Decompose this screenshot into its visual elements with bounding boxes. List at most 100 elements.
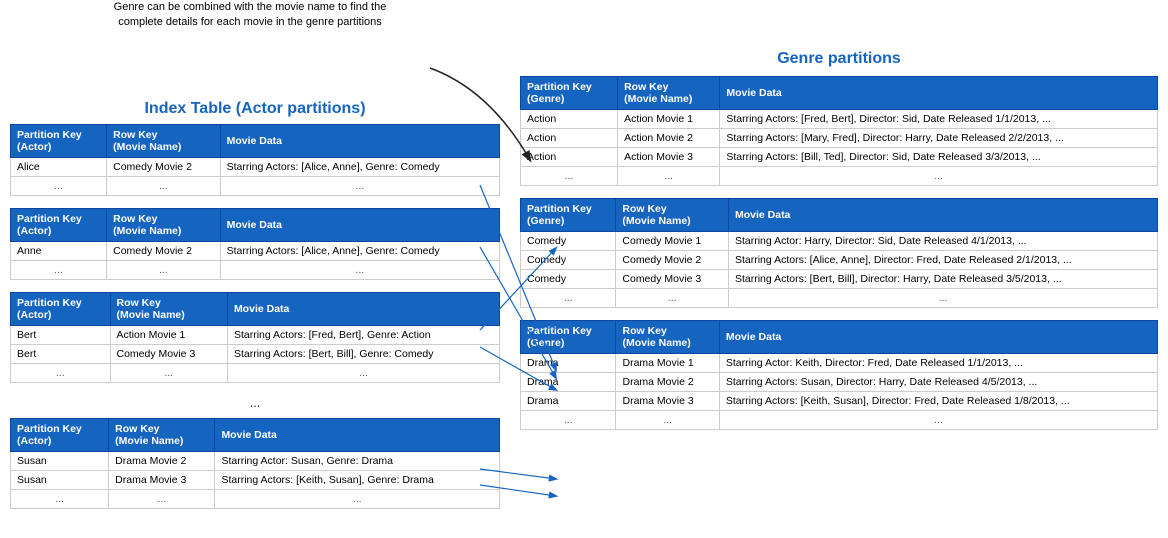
cell: Starring Actors: [Bert, Bill], Director:… xyxy=(728,270,1157,289)
table-row: Anne Comedy Movie 2 Starring Actors: [Al… xyxy=(11,242,500,261)
cell: ... xyxy=(720,167,1158,186)
col-header-row-key-1: Row Key(Movie Name) xyxy=(107,125,220,158)
cell: Starring Actors: [Alice, Anne], Genre: C… xyxy=(220,158,499,177)
col-header-genre-1: Partition Key(Genre) xyxy=(521,77,618,110)
cell: Starring Actors: [Alice, Anne], Genre: C… xyxy=(220,242,499,261)
table-row-dots: ... ... ... xyxy=(521,289,1158,308)
table-row-dots: ... ... ... xyxy=(11,490,500,509)
cell: Anne xyxy=(11,242,107,261)
cell: ... xyxy=(11,261,107,280)
table-row: Action Action Movie 1 Starring Actors: [… xyxy=(521,110,1158,129)
cell: Action Movie 3 xyxy=(618,148,720,167)
col-header-row-key-2: Row Key(Movie Name) xyxy=(107,209,220,242)
cell: Comedy Movie 1 xyxy=(616,232,729,251)
cell: Susan xyxy=(11,452,109,471)
col-header-partition-key-2: Partition Key(Actor) xyxy=(11,209,107,242)
col-header-row-key-3: Row Key(Movie Name) xyxy=(110,293,227,326)
cell: ... xyxy=(719,411,1157,430)
table-row: Drama Drama Movie 1 Starring Actor: Keit… xyxy=(521,354,1158,373)
col-header-partition-key-3: Partition Key(Actor) xyxy=(11,293,111,326)
cell: Action Movie 1 xyxy=(618,110,720,129)
cell: ... xyxy=(11,364,111,383)
cell: ... xyxy=(616,289,729,308)
right-section-title: Genre partitions xyxy=(520,50,1158,68)
bert-table: Partition Key(Actor) Row Key(Movie Name)… xyxy=(10,292,500,383)
cell: Starring Actors: Susan, Director: Harry,… xyxy=(719,373,1157,392)
col-header-movie-data-3: Movie Data xyxy=(227,293,499,326)
cell: ... xyxy=(109,490,215,509)
cell: ... xyxy=(616,411,719,430)
susan-table: Partition Key(Actor) Row Key(Movie Name)… xyxy=(10,418,500,509)
table-row-dots: ... ... ... xyxy=(11,364,500,383)
cell: ... xyxy=(107,177,220,196)
cell: ... xyxy=(728,289,1157,308)
cell: Drama Movie 1 xyxy=(616,354,719,373)
table-row: Comedy Comedy Movie 1 Starring Actor: Ha… xyxy=(521,232,1158,251)
col-header-partition-key-4: Partition Key(Actor) xyxy=(11,419,109,452)
col-header-genre-3: Partition Key(Genre) xyxy=(521,321,616,354)
col-header-movie-data-4: Movie Data xyxy=(215,419,500,452)
cell: ... xyxy=(11,177,107,196)
cell: ... xyxy=(521,411,616,430)
cell: Bert xyxy=(11,345,111,364)
cell: ... xyxy=(107,261,220,280)
cell: Starring Actors: [Bert, Bill], Genre: Co… xyxy=(227,345,499,364)
col-header-movie-name-1: Row Key(Movie Name) xyxy=(618,77,720,110)
cell: Drama Movie 3 xyxy=(109,471,215,490)
cell: ... xyxy=(215,490,500,509)
cell: Comedy xyxy=(521,251,616,270)
col-header-movie-name-2: Row Key(Movie Name) xyxy=(616,199,729,232)
left-section-title: Index Table (Actor partitions) xyxy=(10,100,500,118)
alice-table: Partition Key(Actor) Row Key(Movie Name)… xyxy=(10,124,500,196)
table-row: Bert Comedy Movie 3 Starring Actors: [Be… xyxy=(11,345,500,364)
right-section: Genre partitions Partition Key(Genre) Ro… xyxy=(500,10,1158,521)
table-row: Susan Drama Movie 3 Starring Actors: [Ke… xyxy=(11,471,500,490)
cell: Drama Movie 3 xyxy=(616,392,719,411)
cell: Starring Actors: [Mary, Fred], Director:… xyxy=(720,129,1158,148)
cell: Drama xyxy=(521,392,616,411)
anne-table: Partition Key(Actor) Row Key(Movie Name)… xyxy=(10,208,500,280)
table-row: Susan Drama Movie 2 Starring Actor: Susa… xyxy=(11,452,500,471)
cell: Starring Actors: [Fred, Bert], Director:… xyxy=(720,110,1158,129)
cell: Starring Actors: [Keith, Susan], Genre: … xyxy=(215,471,500,490)
cell: Action Movie 2 xyxy=(618,129,720,148)
cell: Bert xyxy=(11,326,111,345)
action-table-container: Partition Key(Genre) Row Key(Movie Name)… xyxy=(520,76,1158,186)
cell: Comedy Movie 3 xyxy=(616,270,729,289)
table-row: Action Action Movie 3 Starring Actors: [… xyxy=(521,148,1158,167)
table-row: Alice Comedy Movie 2 Starring Actors: [A… xyxy=(11,158,500,177)
cell: Drama Movie 2 xyxy=(616,373,719,392)
cell: ... xyxy=(110,364,227,383)
table-row: Drama Drama Movie 2 Starring Actors: Sus… xyxy=(521,373,1158,392)
cell: Starring Actors: [Fred, Bert], Genre: Ac… xyxy=(227,326,499,345)
left-section: Index Table (Actor partitions) Partition… xyxy=(10,10,500,521)
drama-genre-table: Partition Key(Genre) Row Key(Movie Name)… xyxy=(520,320,1158,430)
cell: Comedy Movie 3 xyxy=(110,345,227,364)
table-row: Drama Drama Movie 3 Starring Actors: [Ke… xyxy=(521,392,1158,411)
cell: Action xyxy=(521,129,618,148)
comedy-genre-table: Partition Key(Genre) Row Key(Movie Name)… xyxy=(520,198,1158,308)
ellipsis-label: ... xyxy=(10,395,500,410)
cell: ... xyxy=(521,167,618,186)
table-row-dots: ... ... ... xyxy=(11,261,500,280)
col-header-movie-data-1: Movie Data xyxy=(220,125,499,158)
cell: ... xyxy=(618,167,720,186)
cell: Action xyxy=(521,148,618,167)
table-row-dots: ... ... ... xyxy=(521,411,1158,430)
cell: Alice xyxy=(11,158,107,177)
cell: Drama xyxy=(521,373,616,392)
cell: Comedy xyxy=(521,270,616,289)
cell: Comedy Movie 2 xyxy=(616,251,729,270)
col-header-movie-data-2: Movie Data xyxy=(220,209,499,242)
col-header-partition-key-1: Partition Key(Actor) xyxy=(11,125,107,158)
col-header-row-key-4: Row Key(Movie Name) xyxy=(109,419,215,452)
drama-table-container: Partition Key(Genre) Row Key(Movie Name)… xyxy=(520,320,1158,430)
table-row: Comedy Comedy Movie 3 Starring Actors: [… xyxy=(521,270,1158,289)
col-header-movie-data-g3: Movie Data xyxy=(719,321,1157,354)
cell: ... xyxy=(220,177,499,196)
cell: Susan xyxy=(11,471,109,490)
cell: Comedy Movie 2 xyxy=(107,242,220,261)
cell: ... xyxy=(220,261,499,280)
col-header-genre-2: Partition Key(Genre) xyxy=(521,199,616,232)
cell: Action Movie 1 xyxy=(110,326,227,345)
